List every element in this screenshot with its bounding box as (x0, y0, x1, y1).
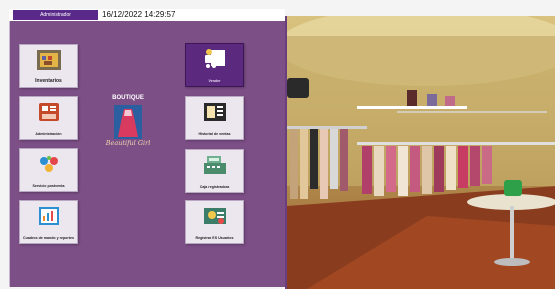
datetime-display: 16/12/2022 14:29:57 (102, 10, 176, 19)
tile-label: Caja registradora (199, 185, 230, 189)
cuadros-mando-reportes-button[interactable]: Cuadros de mando y reportes (19, 200, 78, 244)
boutique-interior-illustration (287, 16, 555, 289)
tile-label: Vender (208, 79, 221, 83)
dress-icon (114, 105, 142, 139)
logo-script: Beautiful Girl (105, 139, 151, 147)
boutique-photo (285, 16, 555, 289)
customer-service-icon (39, 156, 58, 172)
inventarios-button[interactable]: Inventarios (19, 44, 78, 88)
tile-label: Historial de ventas (198, 132, 231, 136)
tile-label: Inventarios (35, 78, 62, 84)
user-role-badge: Administrador (13, 10, 98, 20)
historial-ventas-button[interactable]: Historial de ventas (185, 96, 244, 140)
register-user-icon (203, 208, 226, 224)
cash-register-icon (203, 156, 226, 174)
tile-label: Servicio postventa (32, 184, 65, 188)
sales-history-icon (203, 103, 226, 121)
administracion-button[interactable]: Administración (19, 96, 78, 140)
logo-title: BOUTIQUE (112, 95, 144, 101)
cash-drawer-icon (38, 103, 59, 121)
registrar-es-usuarios-button[interactable]: Registrar ES Usuarios (185, 200, 244, 244)
shopping-cart-icon (204, 49, 225, 68)
app-window: Administrador 16/12/2022 14:29:57 Invent… (0, 0, 560, 289)
vender-button[interactable]: Vender (185, 43, 244, 87)
servicio-postventa-button[interactable]: Servicio postventa (19, 148, 78, 192)
dashboard-report-icon (38, 207, 59, 225)
tile-label: Administración (35, 132, 62, 136)
tile-label: Registrar ES Usuarios (195, 236, 234, 240)
inventory-icon (36, 50, 61, 70)
caja-registradora-button[interactable]: Caja registradora (185, 149, 244, 193)
boutique-logo: BOUTIQUE Beautiful Girl (102, 95, 154, 153)
tile-label: Cuadros de mando y reportes (23, 236, 74, 240)
